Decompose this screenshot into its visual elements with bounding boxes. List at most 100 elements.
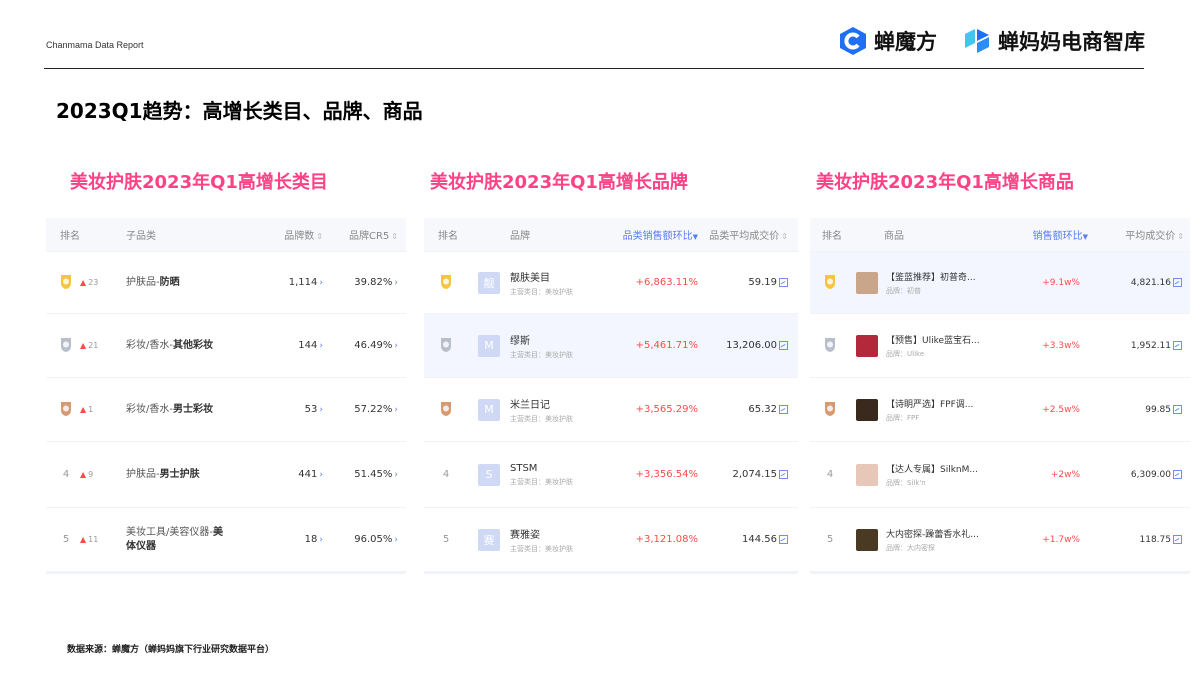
brand-count-cell[interactable]: 53 › [248, 404, 323, 415]
avg-price: 6,309.00 [1130, 469, 1171, 480]
sort-icon[interactable]: ⇕ [781, 232, 788, 241]
brand-row[interactable]: 4 S STSM 主营类目：美妆护肤 +3,356.54% 2,074.15 [424, 441, 798, 507]
product-name-cell[interactable]: 【诗眀严选】FPF调... 品牌：FPF [878, 397, 1028, 423]
product-name-cell[interactable]: 【预售】Ulike蓝宝石... 品牌：Ulike [878, 333, 1028, 359]
col-sales-growth[interactable]: 销售额环比▼ [1028, 227, 1088, 242]
trend-chart-icon[interactable] [1173, 277, 1182, 287]
brand-count-cell[interactable]: 18 › [248, 534, 323, 545]
rank-up-icon: ▲ [80, 278, 87, 287]
brand-name-cell[interactable]: 米兰日记 主营类目：美妆护肤 [500, 396, 618, 424]
category-row[interactable]: ▲ 21 彩妆/香水-其他彩妆 144 › 46.49% › [46, 313, 406, 377]
sort-icon[interactable]: ⇕ [316, 232, 323, 241]
product-thumbnail[interactable] [856, 463, 878, 486]
subcategory-parent: 彩妆/香水- [126, 403, 173, 415]
brand-count-cell[interactable]: 144 › [248, 340, 323, 351]
cr5-cell[interactable]: 39.82% › [323, 277, 398, 288]
sort-icon[interactable]: ⇕ [391, 232, 398, 241]
brand-name: 赛雅姿 [510, 529, 540, 541]
brand-row[interactable]: M 米兰日记 主营类目：美妆护肤 +3,565.29% 65.32 [424, 377, 798, 441]
chevron-right-icon[interactable]: › [394, 341, 398, 351]
product-thumbnail[interactable] [856, 334, 878, 357]
product-thumbnail[interactable] [856, 271, 878, 294]
col-rank: 排名 [438, 231, 458, 242]
sales-growth: +2w% [1050, 469, 1080, 480]
trend-chart-icon[interactable] [779, 404, 788, 414]
brand1-text: 蝉魔方 [874, 30, 937, 54]
subcategory-name: 男士护肤 [159, 468, 200, 480]
product-thumbnail[interactable] [856, 398, 878, 421]
sales-growth-cell: +3.3w% [1028, 341, 1080, 351]
chevron-right-icon[interactable]: › [394, 470, 398, 480]
product-row[interactable]: 【鉴蓝推荐】初普奇... 品牌：初普 +9.1w% 4,821.16 [810, 251, 1190, 313]
product-row[interactable]: 【诗眀严选】FPF调... 品牌：FPF +2.5w% 99.85 [810, 377, 1190, 441]
category-row[interactable]: 4 ▲ 9 护肤品-男士护肤 441 › 51.45% › [46, 441, 406, 507]
chevron-right-icon[interactable]: › [394, 278, 398, 288]
cr5-cell[interactable]: 96.05% › [323, 534, 398, 545]
trend-chart-icon[interactable] [1173, 534, 1182, 544]
products-section-title: 美妆护肤2023年Q1高增长商品 [816, 172, 1074, 193]
category-row[interactable]: 5 ▲ 11 美妆工具/美容仪器-美体仪器 18 › 96.05% › [46, 507, 406, 571]
avg-price-cell: 6,309.00 [1080, 469, 1182, 480]
avg-price-cell: 59.19 [698, 277, 788, 288]
sort-icon[interactable]: ⇕ [1177, 232, 1184, 241]
col-avg-price[interactable]: 平均成交价 ⇕ [1088, 227, 1184, 242]
trend-chart-icon[interactable] [1173, 469, 1182, 479]
trend-chart-icon[interactable] [779, 277, 788, 287]
sales-growth: +6,863.11% [635, 277, 698, 288]
rank-up-icon: ▲ [80, 341, 87, 350]
product-name-cell[interactable]: 【鉴蓝推荐】初普奇... 品牌：初普 [878, 270, 1028, 296]
subcategory-name: 男士彩妆 [172, 403, 213, 415]
chevron-right-icon[interactable]: › [394, 535, 398, 545]
brand-row[interactable]: M 缪斯 主营类目：美妆护肤 +5,461.71% 13,206.00 [424, 313, 798, 377]
category-row[interactable]: ▲ 23 护肤品-防晒 1,114 › 39.82% › [46, 251, 406, 313]
trend-chart-icon[interactable] [1173, 340, 1182, 350]
brand-cr5: 96.05% [354, 534, 393, 545]
brand-name-cell[interactable]: STSM 主营类目：美妆护肤 [500, 463, 618, 487]
chevron-right-icon[interactable]: › [394, 405, 398, 415]
subcategory-cell: 彩妆/香水-男士彩妆 [126, 403, 248, 417]
subcategory-name: 防晒 [159, 276, 180, 288]
category-row[interactable]: ▲ 1 彩妆/香水-男士彩妆 53 › 57.22% › [46, 377, 406, 441]
col-brand-cr5[interactable]: 品牌CR5 ⇕ [323, 227, 398, 242]
avg-price: 2,074.15 [732, 469, 777, 480]
rank-up-icon: ▲ [80, 405, 87, 414]
subcategory-name: 其他彩妆 [172, 339, 213, 351]
col-brand-count[interactable]: 品牌数 ⇕ [248, 227, 323, 242]
avg-price: 118.75 [1139, 534, 1172, 545]
brand-logo: M [478, 398, 500, 421]
col-sales-growth[interactable]: 品类销售额环比▼ [618, 227, 698, 242]
rank-cell [424, 274, 478, 291]
trend-chart-icon[interactable] [779, 469, 788, 479]
trend-chart-icon[interactable] [779, 340, 788, 350]
product-name-cell[interactable]: 【达人专属】SilknM... 品牌：Silk'n [878, 462, 1028, 488]
rank-cell [810, 401, 856, 418]
cr5-cell[interactable]: 51.45% › [323, 469, 398, 480]
avg-price-cell: 65.32 [698, 404, 788, 415]
brand-count-cell[interactable]: 441 › [248, 469, 323, 480]
chanmama-logo-icon [965, 29, 989, 53]
categories-section-title: 美妆护肤2023年Q1高增长类目 [70, 172, 328, 193]
rank-number: 5 [826, 534, 834, 545]
cr5-cell[interactable]: 46.49% › [323, 340, 398, 351]
product-row[interactable]: 4 【达人专属】SilknM... 品牌：Silk'n +2w% 6,309.00 [810, 441, 1190, 507]
product-row[interactable]: 【预售】Ulike蓝宝石... 品牌：Ulike +3.3w% 1,952.11 [810, 313, 1190, 377]
brand-name-cell[interactable]: 赛雅姿 主营类目：美妆护肤 [500, 526, 618, 554]
product-thumbnail[interactable] [856, 528, 878, 551]
product-name: 【鉴蓝推荐】初普奇... [886, 272, 976, 283]
rank-up-icon: ▲ [80, 470, 87, 479]
trend-chart-icon[interactable] [779, 534, 788, 544]
cr5-cell[interactable]: 57.22% › [323, 404, 398, 415]
trend-chart-icon[interactable] [1173, 404, 1182, 414]
col-avg-price[interactable]: 品类平均成交价 ⇕ [698, 227, 788, 242]
brand-count-cell[interactable]: 1,114 › [248, 277, 323, 288]
brand-name-cell[interactable]: 缪斯 主营类目：美妆护肤 [500, 332, 618, 360]
product-name-cell[interactable]: 大内密探-躁蕾香水礼... 品牌：大内密探 [878, 527, 1028, 553]
rank-change: 23 [88, 278, 99, 287]
avg-price-cell: 4,821.16 [1080, 277, 1182, 288]
brand-row[interactable]: 5 赛赛雅姿 主营类目：美妆护肤 +3,121.08% 144.56 [424, 507, 798, 571]
brand-cr5: 46.49% [354, 340, 393, 351]
brand-main-category: 主营类目：美妆护肤 [510, 414, 573, 423]
brand-name-cell[interactable]: 靓肤美目 主营类目：美妆护肤 [500, 269, 618, 297]
product-row[interactable]: 5 大内密探-躁蕾香水礼... 品牌：大内密探 +1.7w% 118.75 [810, 507, 1190, 571]
brand-row[interactable]: 靓靓肤美目 主营类目：美妆护肤 +6,863.11% 59.19 [424, 251, 798, 313]
